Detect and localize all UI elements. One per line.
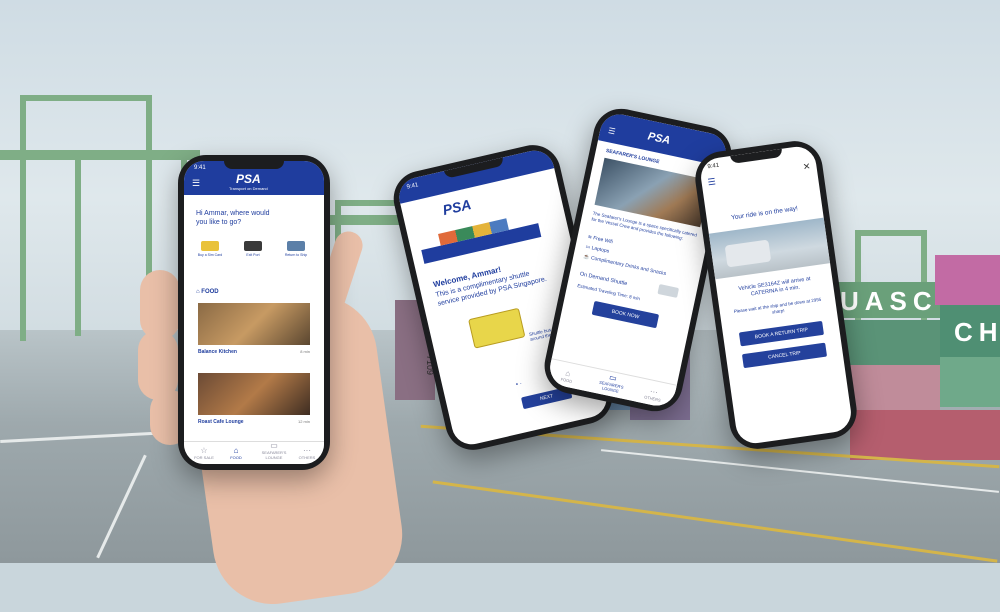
feature-wifi: ≋ Free Wifi xyxy=(587,234,614,246)
star-icon: ☆ xyxy=(200,446,208,455)
shuttle-bus-illustration xyxy=(468,307,526,349)
van-illustration xyxy=(708,217,831,280)
tab-for-sale[interactable]: ☆ FOR SALE xyxy=(190,446,218,460)
logo-subtitle: Transport on Demand xyxy=(229,186,268,191)
laptop-icon: ▭ xyxy=(270,441,278,450)
wait-note: Please wait at the ship and be down at 2… xyxy=(733,296,822,315)
action-exit-port-button[interactable]: Exit Port xyxy=(239,239,267,269)
page-dots: •· xyxy=(515,380,525,389)
place-image xyxy=(198,303,310,345)
ship-icon xyxy=(287,241,305,251)
tab-seafarers-lounge[interactable]: ▭ SEAFARER'S LOUNGE xyxy=(592,370,631,396)
van-icon xyxy=(657,283,680,298)
status-time: 9:41 xyxy=(707,162,720,171)
status-time: 9:41 xyxy=(194,165,206,171)
food-icon: ⌂ xyxy=(233,446,239,455)
action-buy-sim-button[interactable]: Buy a Sim Card xyxy=(196,239,224,269)
tab-food[interactable]: ⌂ FOOD xyxy=(222,446,250,460)
container-text: CH xyxy=(954,317,1000,347)
container: UASC xyxy=(830,282,940,318)
action-return-ship-button[interactable]: Return to Ship xyxy=(282,239,310,269)
book-now-button[interactable]: BOOK NOW xyxy=(591,300,660,329)
notch xyxy=(224,161,284,169)
container-text: UASC xyxy=(840,286,938,316)
container xyxy=(935,255,1000,305)
action-label: Return to Ship xyxy=(284,253,308,257)
phone-home: 9:41 ☰ PSA Transport on Demand Hi Ammar,… xyxy=(178,155,330,470)
travel-time: Estimated Traveling Time: 8 min xyxy=(576,283,641,302)
home-screen: 9:41 ☰ PSA Transport on Demand Hi Ammar,… xyxy=(184,161,324,464)
container xyxy=(940,357,1000,407)
food-icon: ⌂ xyxy=(196,289,200,295)
tab-others[interactable]: ··· OTHERS xyxy=(294,446,320,460)
cancel-trip-button[interactable]: CANCEL TRIP xyxy=(741,342,828,369)
section-food: ⌂ FOOD xyxy=(196,289,219,295)
status-time: 9:41 xyxy=(406,182,419,191)
menu-icon[interactable]: ☰ xyxy=(192,178,200,189)
close-icon[interactable]: ✕ xyxy=(802,161,811,173)
container xyxy=(850,410,1000,460)
place-walk-time: 8 min xyxy=(300,349,310,354)
action-label: Exit Port xyxy=(246,253,260,257)
sim-card-icon xyxy=(201,241,219,251)
psa-logo: PSA xyxy=(236,172,261,186)
tab-seafarers-lounge[interactable]: ▭ SEAFARER'S LOUNGE xyxy=(256,441,292,460)
feature-laptops: ▭ Laptops xyxy=(584,243,610,255)
psa-logo: PSA xyxy=(646,130,672,147)
notch xyxy=(730,148,783,164)
place-card[interactable]: Balance Kitchen 8 min xyxy=(198,303,310,365)
tab-food[interactable]: ⌂ FOOD xyxy=(551,366,583,386)
container: CH xyxy=(940,305,1000,357)
place-card[interactable]: Roast Cafe Lounge 12 min xyxy=(198,373,310,435)
place-name: Balance Kitchen xyxy=(198,349,237,355)
place-walk-time: 12 min xyxy=(297,419,310,424)
cup-icon: ☕ xyxy=(582,253,591,261)
section-title: FOOD xyxy=(201,289,219,295)
place-image xyxy=(198,373,310,415)
car-icon xyxy=(244,241,262,251)
action-label: Buy a Sim Card xyxy=(197,253,223,257)
tab-bar: ☆ FOR SALE ⌂ FOOD ▭ SEAFARER'S LOUNGE ··· OT… xyxy=(184,441,324,464)
psa-logo: PSA xyxy=(441,196,473,219)
menu-icon[interactable]: ☰ xyxy=(607,126,616,136)
van-icon xyxy=(724,239,772,268)
tab-others[interactable]: ··· OTHERS xyxy=(637,384,669,404)
menu-icon[interactable]: ☰ xyxy=(707,176,717,188)
ship-illustration xyxy=(416,198,559,268)
place-name: Roast Cafe Lounge xyxy=(198,419,244,425)
more-icon: ··· xyxy=(303,446,311,455)
book-return-trip-button[interactable]: BOOK A RETURN TRIP xyxy=(738,320,824,347)
greeting: Hi Ammar, where would you like to go? xyxy=(196,210,270,226)
